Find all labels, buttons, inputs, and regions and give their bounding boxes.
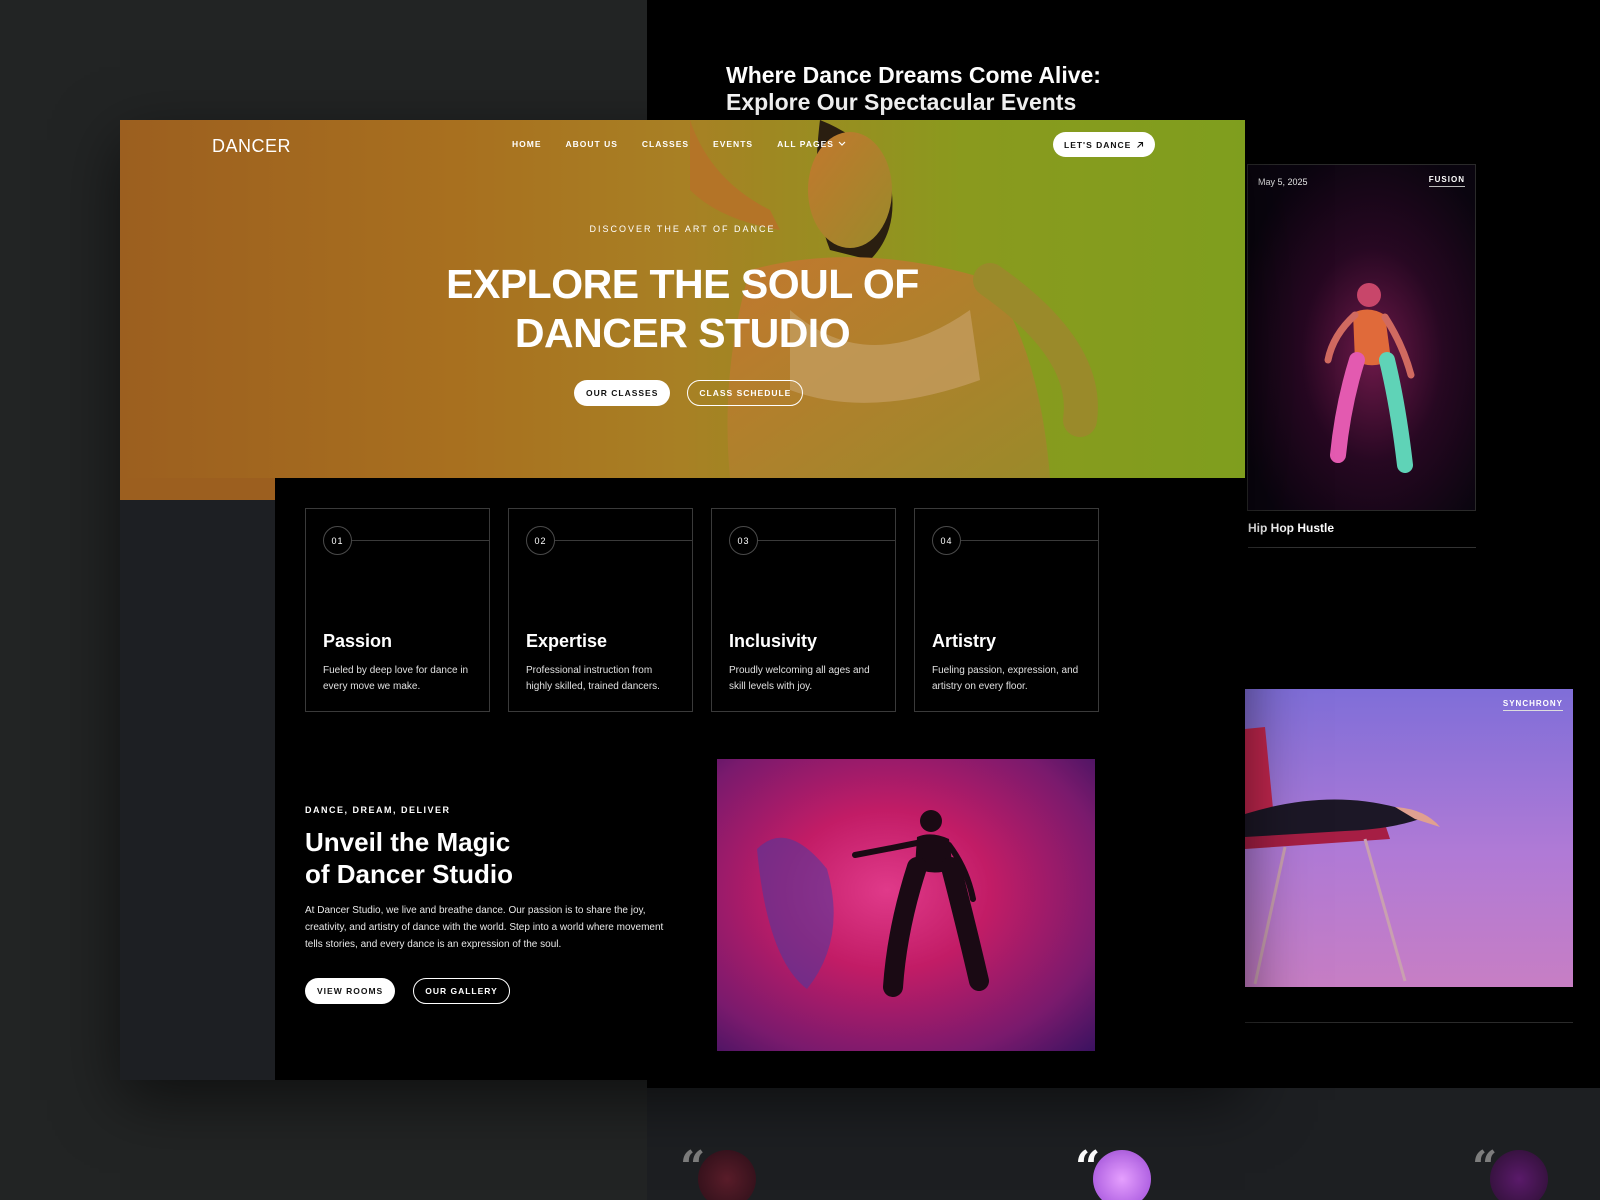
about-description: At Dancer Studio, we live and breathe da… [305, 905, 664, 950]
divider [1248, 547, 1476, 548]
value-card-inclusivity: 03 Inclusivity Proudly welcoming all age… [711, 508, 896, 712]
quote-icon: “ [1472, 1142, 1498, 1193]
about-title-line-1: Unveil the Magic [305, 827, 511, 857]
value-card-passion: 01 Passion Fueled by deep love for dance… [305, 508, 490, 712]
event-card-synchrony[interactable]: SYNCHRONY [1245, 689, 1573, 987]
main-navigation: HOME ABOUT US CLASSES EVENTS ALL PAGES [512, 139, 846, 149]
value-number: 01 [323, 526, 352, 555]
events-heading-line-2: Explore Our Spectacular Events [726, 89, 1077, 115]
avatar [1490, 1150, 1548, 1200]
arrow-up-right-icon [1137, 141, 1144, 148]
value-title: Passion [323, 631, 393, 651]
quote-icon: “ [1075, 1142, 1101, 1193]
value-number: 02 [526, 526, 555, 555]
about-title: Unveil the Magic of Dancer Studio [305, 826, 625, 890]
divider [1245, 1022, 1573, 1023]
our-classes-button[interactable]: OUR CLASSES [574, 380, 671, 406]
value-card-expertise: 02 Expertise Professional instruction fr… [508, 508, 693, 712]
homepage-content: 01 Passion Fueled by deep love for dance… [275, 478, 1245, 1080]
about-buttons: VIEW ROOMS OUR GALLERY [305, 978, 510, 1004]
event-category-tag[interactable]: FUSION [1428, 175, 1465, 187]
hero-background-extension [120, 478, 275, 500]
nav-item-home[interactable]: HOME [512, 139, 542, 149]
values-list: 01 Passion Fueled by deep love for dance… [305, 508, 1099, 712]
value-number: 04 [932, 526, 961, 555]
class-schedule-button[interactable]: CLASS SCHEDULE [687, 380, 804, 406]
view-rooms-button[interactable]: VIEW ROOMS [305, 978, 396, 1004]
lets-dance-label: LET'S DANCE [1064, 139, 1132, 150]
value-title: Expertise [526, 631, 608, 651]
nav-item-all-pages-label: ALL PAGES [777, 139, 834, 149]
events-heading: Where Dance Dreams Come Alive: Explore O… [726, 62, 1186, 116]
nav-item-about[interactable]: ABOUT US [566, 139, 618, 149]
event-card-hip-hop[interactable]: May 5, 2025 FUSION [1247, 164, 1476, 511]
divider [758, 540, 895, 541]
window-sidebar-background [120, 500, 275, 1080]
about-title-line-2: of Dancer Studio [305, 859, 514, 889]
value-description: Fueling passion, expression, and artistr… [932, 665, 1079, 692]
dancer-photo [1324, 283, 1415, 473]
value-title: Inclusivity [729, 631, 818, 651]
event-title[interactable]: Hip Hop Hustle [1248, 521, 1334, 535]
value-number: 03 [729, 526, 758, 555]
avatar [698, 1150, 756, 1200]
our-gallery-button[interactable]: OUR GALLERY [413, 978, 510, 1004]
value-description: Fueled by deep love for dance in every m… [323, 665, 469, 692]
value-description: Professional instruction from highly ski… [526, 665, 660, 692]
dancer-silhouette [757, 810, 989, 997]
value-card-artistry: 04 Artistry Fueling passion, expression,… [914, 508, 1099, 712]
avatar [1093, 1150, 1151, 1200]
lets-dance-button[interactable]: LET'S DANCE [1053, 132, 1156, 157]
about-eyebrow: DANCE, DREAM, DELIVER [305, 805, 451, 815]
hero-title-line-1: EXPLORE THE SOUL OF [446, 261, 919, 307]
chair-dancer-photo [1245, 727, 1440, 985]
value-description: Proudly welcoming all ages and skill lev… [729, 665, 870, 692]
nav-item-classes[interactable]: CLASSES [642, 139, 689, 149]
value-title: Artistry [932, 631, 997, 651]
nav-item-all-pages[interactable]: ALL PAGES [777, 139, 846, 149]
hero-eyebrow: DISCOVER THE ART OF DANCE [589, 224, 776, 234]
divider [555, 540, 692, 541]
divider [961, 540, 1098, 541]
divider [352, 540, 489, 541]
chevron-down-icon [838, 141, 846, 146]
hero-section: DANCER HOME ABOUT US CLASSES EVENTS ALL … [120, 120, 1245, 478]
events-heading-line-1: Where Dance Dreams Come Alive: [726, 62, 1101, 88]
nav-item-events[interactable]: EVENTS [713, 139, 753, 149]
studio-dancer-photo [717, 759, 1095, 1051]
event-date: May 5, 2025 [1258, 177, 1308, 187]
hero-buttons: OUR CLASSES CLASS SCHEDULE [574, 380, 804, 406]
hero-title: EXPLORE THE SOUL OF DANCER STUDIO [120, 260, 1245, 358]
site-logo[interactable]: DANCER [212, 136, 291, 157]
hero-title-line-2: DANCER STUDIO [514, 310, 851, 356]
